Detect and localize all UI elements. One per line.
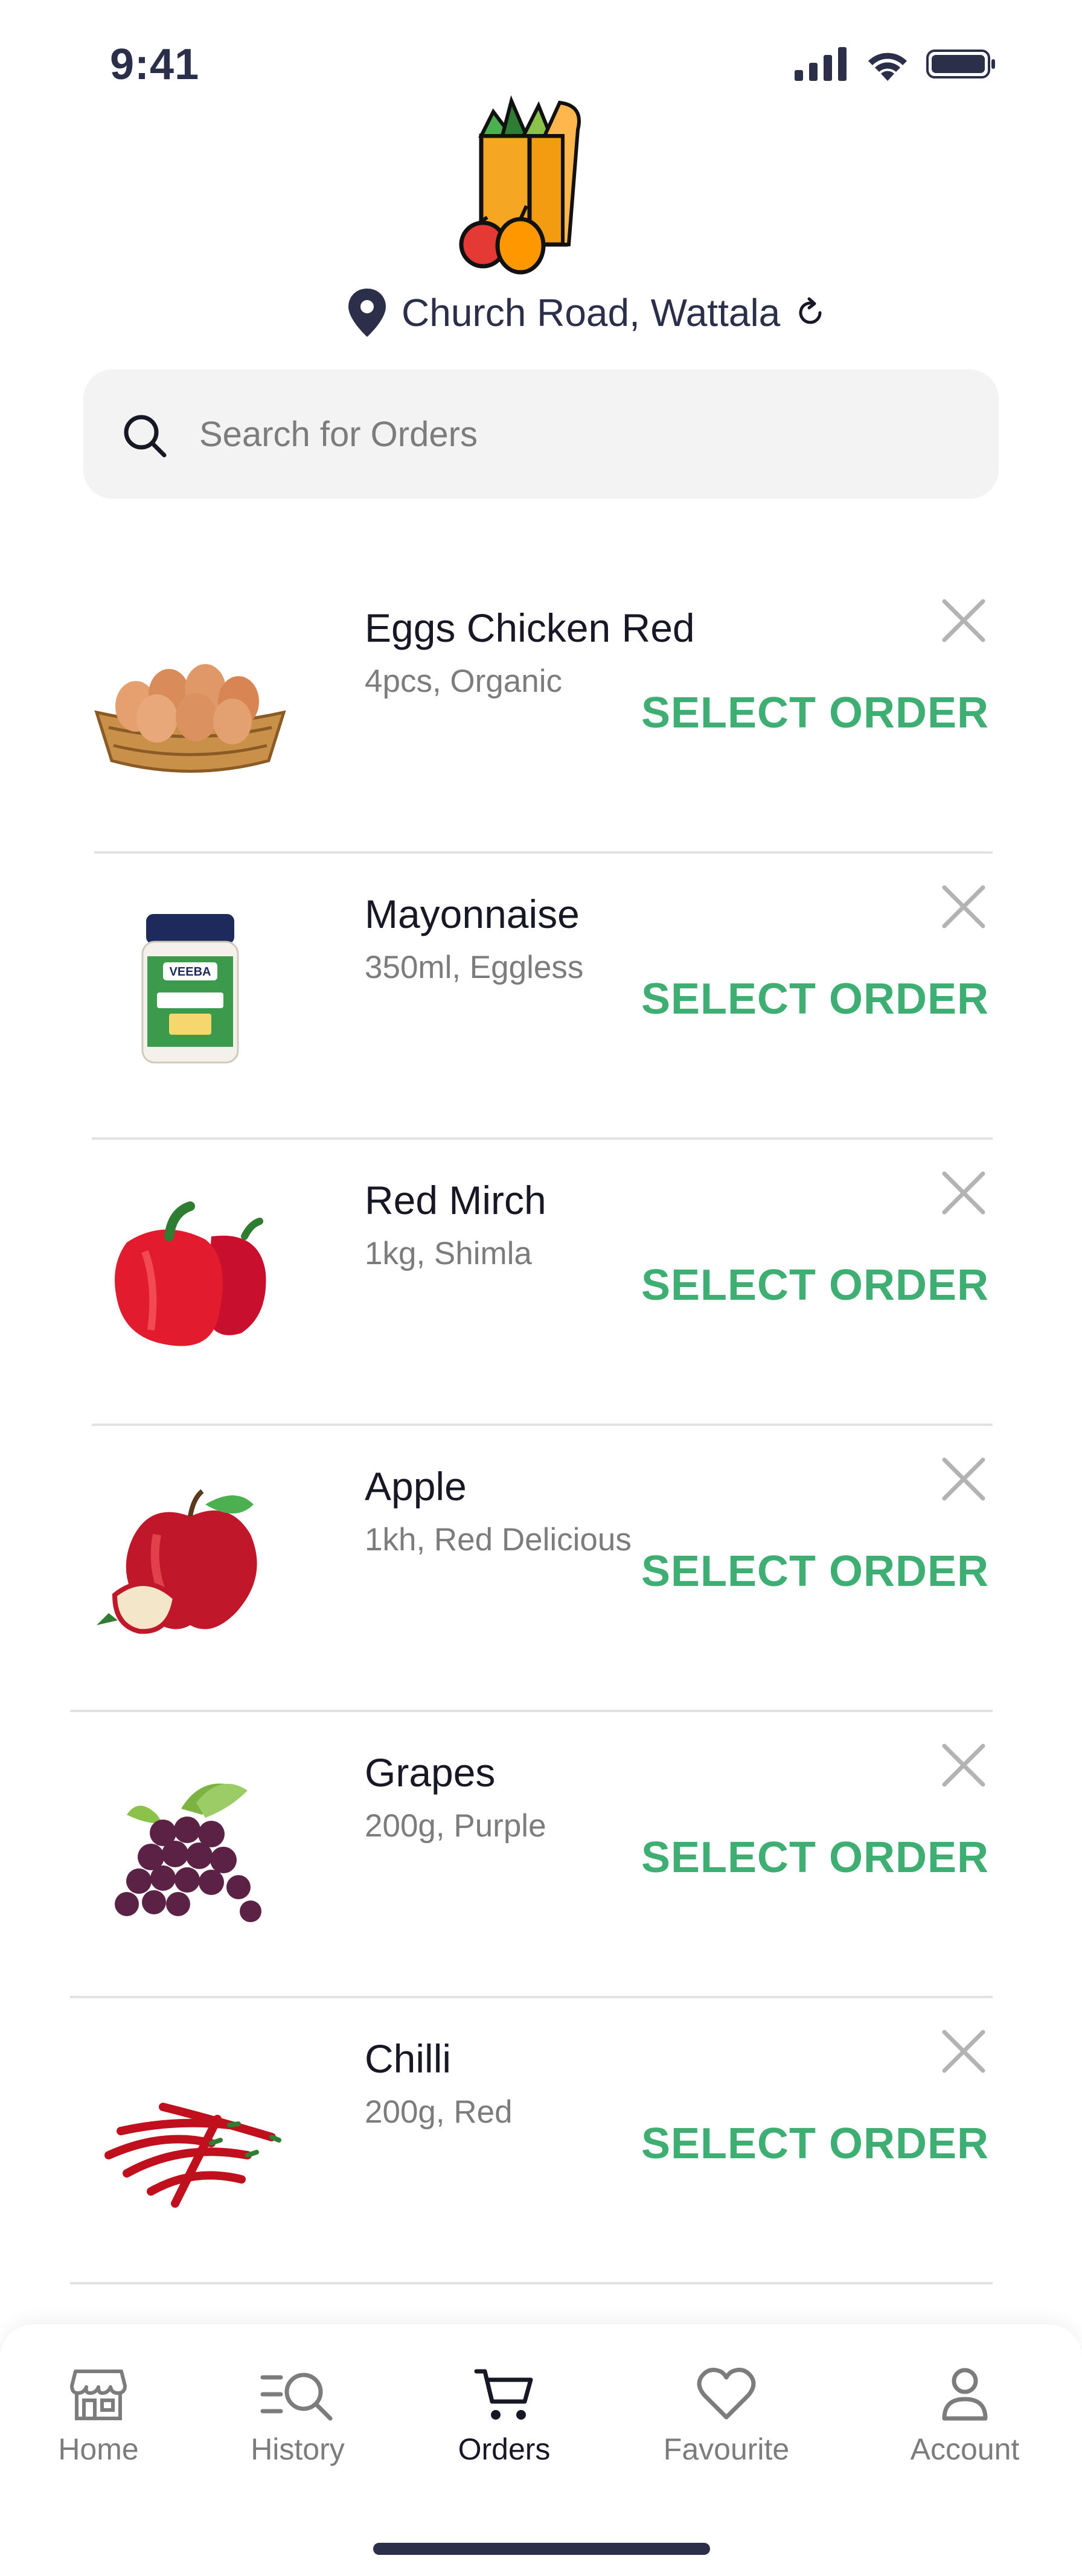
close-icon[interactable] bbox=[941, 598, 987, 644]
eggs-basket-image bbox=[94, 664, 286, 773]
list-item: Chilli 200g, Red SELECT ORDER bbox=[0, 1998, 1082, 2284]
status-icons bbox=[795, 47, 996, 81]
tab-label: History bbox=[251, 2432, 345, 2466]
list-item: Apple 1kh, Red Delicious SELECT ORDER bbox=[0, 1426, 1082, 1712]
tab-label: Favourite bbox=[663, 2432, 790, 2466]
tab-orders[interactable]: Orders bbox=[447, 2367, 562, 2467]
tab-label: Account bbox=[910, 2432, 1020, 2466]
wifi-icon bbox=[868, 53, 907, 81]
list-item: Eggs Chicken Red 4pcs, Organic SELECT OR… bbox=[0, 567, 1082, 854]
cellular-signal-icon bbox=[795, 47, 847, 81]
item-name: Mayonnaise bbox=[365, 892, 580, 936]
close-icon[interactable] bbox=[941, 1170, 987, 1216]
bottom-tab-bar: Home History Orders Favourite Account bbox=[0, 2324, 1082, 2576]
purple-grapes-image bbox=[115, 1783, 261, 1922]
item-description: 350ml, Eggless bbox=[365, 950, 584, 985]
store-icon bbox=[70, 2370, 127, 2420]
item-name: Red Mirch bbox=[365, 1178, 546, 1222]
location-selector[interactable]: Church Road, Wattala bbox=[347, 289, 826, 337]
select-order-button[interactable]: SELECT ORDER bbox=[641, 1547, 989, 1596]
item-description: 4pcs, Organic bbox=[365, 663, 562, 699]
select-order-button[interactable]: SELECT ORDER bbox=[641, 688, 989, 738]
item-name: Chilli bbox=[365, 2036, 452, 2081]
red-bell-pepper-image bbox=[115, 1201, 266, 1346]
select-order-button[interactable]: SELECT ORDER bbox=[641, 2119, 989, 2169]
tab-label: Orders bbox=[458, 2432, 551, 2466]
item-name: Eggs Chicken Red bbox=[365, 606, 695, 650]
close-icon[interactable] bbox=[941, 2028, 987, 2074]
home-indicator bbox=[373, 2543, 710, 2555]
item-description: 1kh, Red Delicious bbox=[365, 1522, 632, 1558]
item-description: 200g, Red bbox=[365, 2094, 513, 2130]
red-chillies-image bbox=[104, 2103, 281, 2208]
list-item: VEEBA Mayonnaise 350ml, Eggless SELECT O… bbox=[0, 854, 1082, 1140]
close-icon[interactable] bbox=[941, 1742, 987, 1788]
cart-icon bbox=[474, 2369, 533, 2420]
refresh-icon[interactable] bbox=[795, 297, 826, 328]
select-order-button[interactable]: SELECT ORDER bbox=[641, 1261, 989, 1310]
search-input[interactable]: Search for Orders bbox=[199, 414, 478, 455]
select-order-button[interactable]: SELECT ORDER bbox=[641, 1833, 989, 1882]
tab-history[interactable]: History bbox=[240, 2367, 355, 2467]
item-name: Apple bbox=[365, 1464, 467, 1509]
heart-icon bbox=[697, 2368, 756, 2420]
divider bbox=[70, 2282, 993, 2284]
select-order-button[interactable]: SELECT ORDER bbox=[641, 974, 989, 1024]
grocery-bag-logo bbox=[459, 95, 581, 275]
location-text: Church Road, Wattala bbox=[402, 291, 781, 334]
map-pin-icon bbox=[348, 289, 386, 337]
tab-home[interactable]: Home bbox=[53, 2367, 144, 2467]
mayonnaise-jar-image: VEEBA bbox=[141, 914, 239, 1064]
item-name: Grapes bbox=[365, 1750, 496, 1795]
close-icon[interactable] bbox=[941, 884, 987, 930]
search-bar[interactable]: Search for Orders bbox=[83, 369, 999, 499]
search-icon bbox=[124, 415, 167, 458]
svg-text:VEEBA: VEEBA bbox=[170, 965, 211, 979]
tab-account[interactable]: Account bbox=[892, 2367, 1037, 2467]
user-icon bbox=[942, 2368, 988, 2421]
history-search-icon bbox=[260, 2373, 333, 2421]
orders-list: Eggs Chicken Red 4pcs, Organic SELECT OR… bbox=[0, 567, 1082, 2284]
list-item: Grapes 200g, Purple SELECT ORDER bbox=[0, 1712, 1082, 1998]
close-icon[interactable] bbox=[941, 1456, 987, 1502]
tab-favourite[interactable]: Favourite bbox=[645, 2367, 808, 2467]
red-apple-image bbox=[97, 1489, 257, 1634]
item-description: 200g, Purple bbox=[365, 1808, 546, 1844]
tab-label: Home bbox=[58, 2432, 139, 2466]
item-description: 1kg, Shimla bbox=[365, 1236, 532, 1271]
battery-icon bbox=[926, 50, 995, 78]
list-item: Red Mirch 1kg, Shimla SELECT ORDER bbox=[0, 1140, 1082, 1426]
status-time: 9:41 bbox=[110, 40, 200, 89]
